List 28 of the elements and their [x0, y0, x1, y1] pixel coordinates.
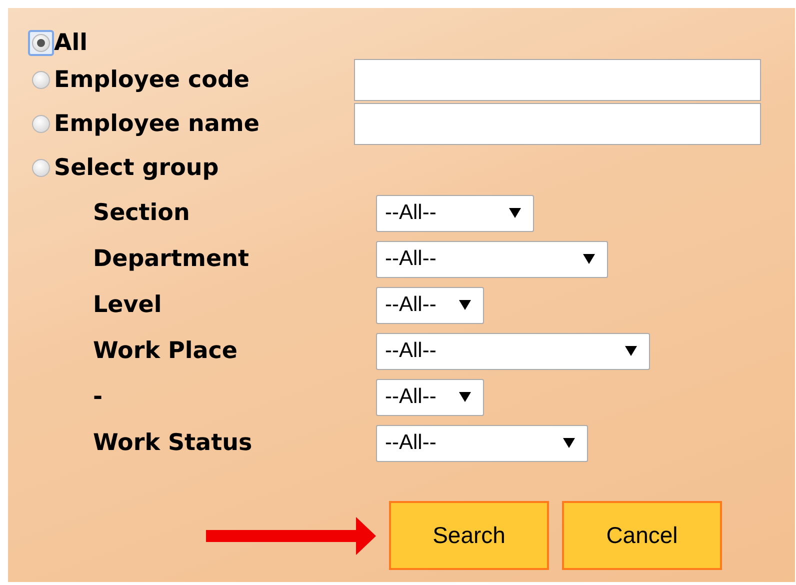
- search-button[interactable]: Search: [389, 501, 549, 570]
- dropdown[interactable]: --All--: [376, 332, 650, 370]
- cancel-button[interactable]: Cancel: [562, 501, 722, 570]
- dropdown[interactable]: --All--: [376, 378, 484, 416]
- field-label: Department: [93, 244, 250, 274]
- input-field[interactable]: [354, 59, 761, 101]
- dropdown[interactable]: --All--: [376, 424, 588, 462]
- dropdown[interactable]: --All--: [376, 286, 484, 324]
- caret-icon: [563, 437, 575, 449]
- field-label: -: [93, 382, 104, 412]
- input-field[interactable]: [354, 103, 761, 145]
- caret-icon: [583, 253, 595, 265]
- option-label: Employee name: [54, 110, 260, 139]
- caret-icon: [459, 391, 471, 403]
- field-label: Work Status: [93, 428, 254, 458]
- option-label: All: [54, 28, 89, 58]
- caret-icon: [625, 345, 637, 357]
- dropdown[interactable]: --All--: [376, 194, 534, 232]
- dropdown[interactable]: --All--: [376, 240, 608, 278]
- field-label: Section: [93, 198, 191, 228]
- arrow-icon: [206, 516, 376, 554]
- field-label: Work Place: [93, 336, 238, 366]
- field-label: Level: [93, 290, 163, 320]
- option-label: Select group: [54, 154, 220, 183]
- option-label: Employee code: [54, 66, 251, 95]
- caret-icon: [509, 207, 521, 219]
- caret-icon: [459, 299, 471, 311]
- radio-button[interactable]: [28, 30, 54, 56]
